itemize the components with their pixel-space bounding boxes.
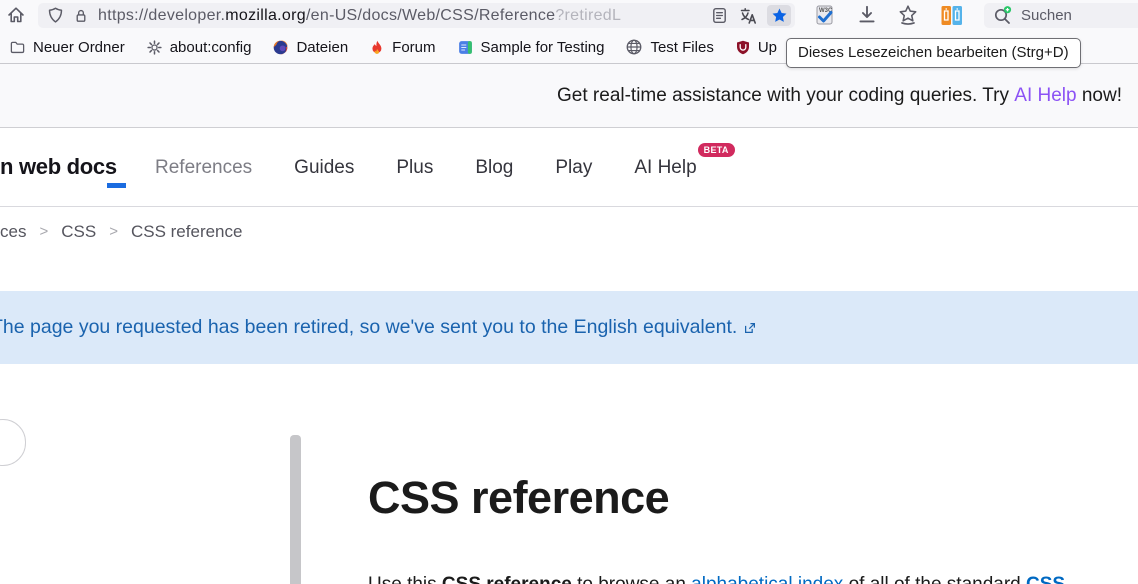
promo-banner: Get real-time assistance with your codin… <box>0 64 1138 128</box>
gear-icon <box>146 39 163 56</box>
sidebar-toggle-button[interactable] <box>0 419 26 466</box>
mdn-logo[interactable]: n web docs <box>0 154 117 180</box>
url-text[interactable]: https://developer.mozilla.org/en-US/docs… <box>98 7 704 25</box>
breadcrumb-css-reference[interactable]: CSS reference <box>131 222 243 242</box>
bookmark-dateien[interactable]: Dateien <box>272 39 348 56</box>
bookmark-edit-tooltip: Dieses Lesezeichen bearbeiten (Strg+D) <box>786 38 1081 68</box>
bookmark-test-files[interactable]: Test Files <box>625 38 713 56</box>
promo-text-before: Get real-time assistance with your codin… <box>557 85 1014 107</box>
nav-play[interactable]: Play <box>555 157 592 179</box>
bookmark-up[interactable]: Up <box>735 39 777 56</box>
translate-icon[interactable] <box>738 6 758 26</box>
article-intro: Use this CSS reference to browse an alph… <box>368 574 1065 584</box>
dual-panel-extension-icon[interactable] <box>940 4 963 27</box>
retired-notice: The page you requested has been retired,… <box>0 291 1138 364</box>
bookmark-forum[interactable]: Forum <box>369 39 435 56</box>
nav-ai-help-label: AI Help <box>634 157 696 178</box>
alphabetical-index-link[interactable]: alphabetical index <box>691 574 843 584</box>
star-extension-icon[interactable] <box>897 4 920 27</box>
ublock-shield-icon <box>735 39 751 56</box>
main-nav: References Guides Plus Blog Play AI Help… <box>155 128 734 207</box>
tracking-shield-icon[interactable] <box>46 6 65 25</box>
lock-icon[interactable] <box>72 7 90 25</box>
chevron-right-icon: > <box>109 223 118 240</box>
browser-window: https://developer.mozilla.org/en-US/docs… <box>0 0 1138 584</box>
sidebar-scrollbar-thumb[interactable] <box>290 435 301 584</box>
tooltip-text: Dieses Lesezeichen bearbeiten (Strg+D) <box>798 44 1069 61</box>
nav-references[interactable]: References <box>155 157 252 179</box>
ai-help-banner-link[interactable]: AI Help <box>1014 85 1076 107</box>
browser-toolbar: https://developer.mozilla.org/en-US/docs… <box>0 0 1138 31</box>
promo-text-after: now! <box>1077 85 1122 107</box>
intro-bold: CSS reference <box>442 574 572 584</box>
globe-icon <box>625 38 643 56</box>
page-title: CSS reference <box>368 472 669 524</box>
download-icon[interactable] <box>856 4 879 27</box>
firefox-icon <box>272 39 289 56</box>
intro-text: Use this <box>368 574 442 584</box>
intro-text: to browse an <box>572 574 691 584</box>
logo-underscore <box>107 183 126 188</box>
external-link-icon[interactable] <box>743 321 757 335</box>
search-input[interactable]: Suchen <box>984 3 1138 28</box>
bookmark-about-config[interactable]: about:config <box>146 39 252 56</box>
breadcrumb-css[interactable]: CSS <box>61 222 96 242</box>
nav-ai-help[interactable]: AI HelpBETA <box>634 157 733 179</box>
nav-guides[interactable]: Guides <box>294 157 354 179</box>
url-bar[interactable]: https://developer.mozilla.org/en-US/docs… <box>38 3 795 28</box>
search-placeholder: Suchen <box>1021 7 1072 24</box>
bookmark-folder[interactable]: Neuer Ordner <box>9 39 125 56</box>
reader-mode-icon[interactable] <box>710 6 729 25</box>
chevron-right-icon: > <box>39 223 48 240</box>
site-header: n web docs References Guides Plus Blog P… <box>0 128 1138 207</box>
beta-badge: BETA <box>698 143 735 157</box>
bookmark-sample-for-testing[interactable]: Sample for Testing <box>457 39 605 56</box>
search-icon <box>992 5 1013 26</box>
flame-icon <box>369 39 385 56</box>
nav-blog[interactable]: Blog <box>475 157 513 179</box>
notice-text: The page you requested has been retired,… <box>0 316 737 339</box>
bookmark-star-icon[interactable] <box>767 5 791 26</box>
nav-plus[interactable]: Plus <box>396 157 433 179</box>
breadcrumb: ces > CSS > CSS reference <box>0 207 1138 256</box>
breadcrumb-references[interactable]: ces <box>0 222 26 242</box>
intro-text: of all of the standard <box>843 574 1026 584</box>
folder-icon <box>9 39 26 56</box>
w3c-validator-icon[interactable]: W3C <box>813 4 836 27</box>
notebook-icon <box>457 39 474 56</box>
home-icon[interactable] <box>6 5 26 25</box>
css-link[interactable]: CSS <box>1026 574 1065 584</box>
